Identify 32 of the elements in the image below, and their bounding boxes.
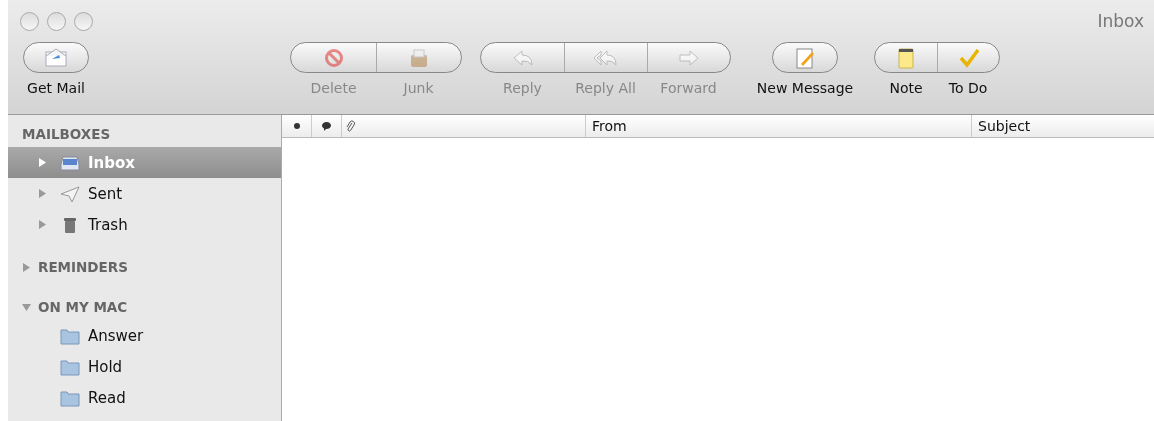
disclosure-triangle-icon[interactable]	[22, 302, 31, 312]
toolbar-button[interactable]: Get Mail	[16, 80, 96, 96]
speech-bubble-icon	[322, 121, 331, 131]
window-control-button[interactable]	[47, 11, 66, 31]
disclosure-triangle-icon[interactable]	[38, 220, 47, 229]
column-header[interactable]: Subject	[972, 115, 1154, 137]
column-header[interactable]: From	[586, 115, 972, 137]
toolbar-button[interactable]: Note	[875, 80, 937, 96]
mailbox-item[interactable]: Hold	[8, 351, 281, 382]
disclosure-triangle-icon[interactable]	[38, 158, 47, 167]
folder-icon	[60, 326, 80, 345]
disclosure-triangle-icon[interactable]	[22, 262, 31, 272]
mailbox-item[interactable]: Trash	[8, 209, 281, 240]
window-title: Inbox	[1097, 11, 1145, 31]
folder-icon	[60, 388, 80, 407]
mailbox-item[interactable]: Sent	[8, 178, 281, 209]
paper-plane-icon	[60, 184, 80, 203]
mailbox-item[interactable]: Read	[8, 382, 281, 413]
section-header: MAILBOXES	[22, 126, 111, 142]
tray-icon	[60, 153, 80, 172]
toolbar-button[interactable]: To Do	[937, 80, 999, 96]
toolbar-button[interactable]: New Message	[750, 80, 860, 96]
mailbox-item[interactable]: Answer	[8, 320, 281, 351]
dot-icon	[293, 123, 300, 129]
folder-icon	[60, 357, 80, 376]
window-control-button[interactable]	[74, 11, 93, 31]
section-header: REMINDERS	[38, 259, 128, 275]
paperclip-icon	[346, 120, 355, 132]
section-header: ON MY MAC	[38, 299, 128, 315]
envelope-icon	[43, 46, 69, 69]
disclosure-triangle-icon[interactable]	[38, 189, 47, 198]
window-control-button[interactable]	[20, 11, 39, 31]
